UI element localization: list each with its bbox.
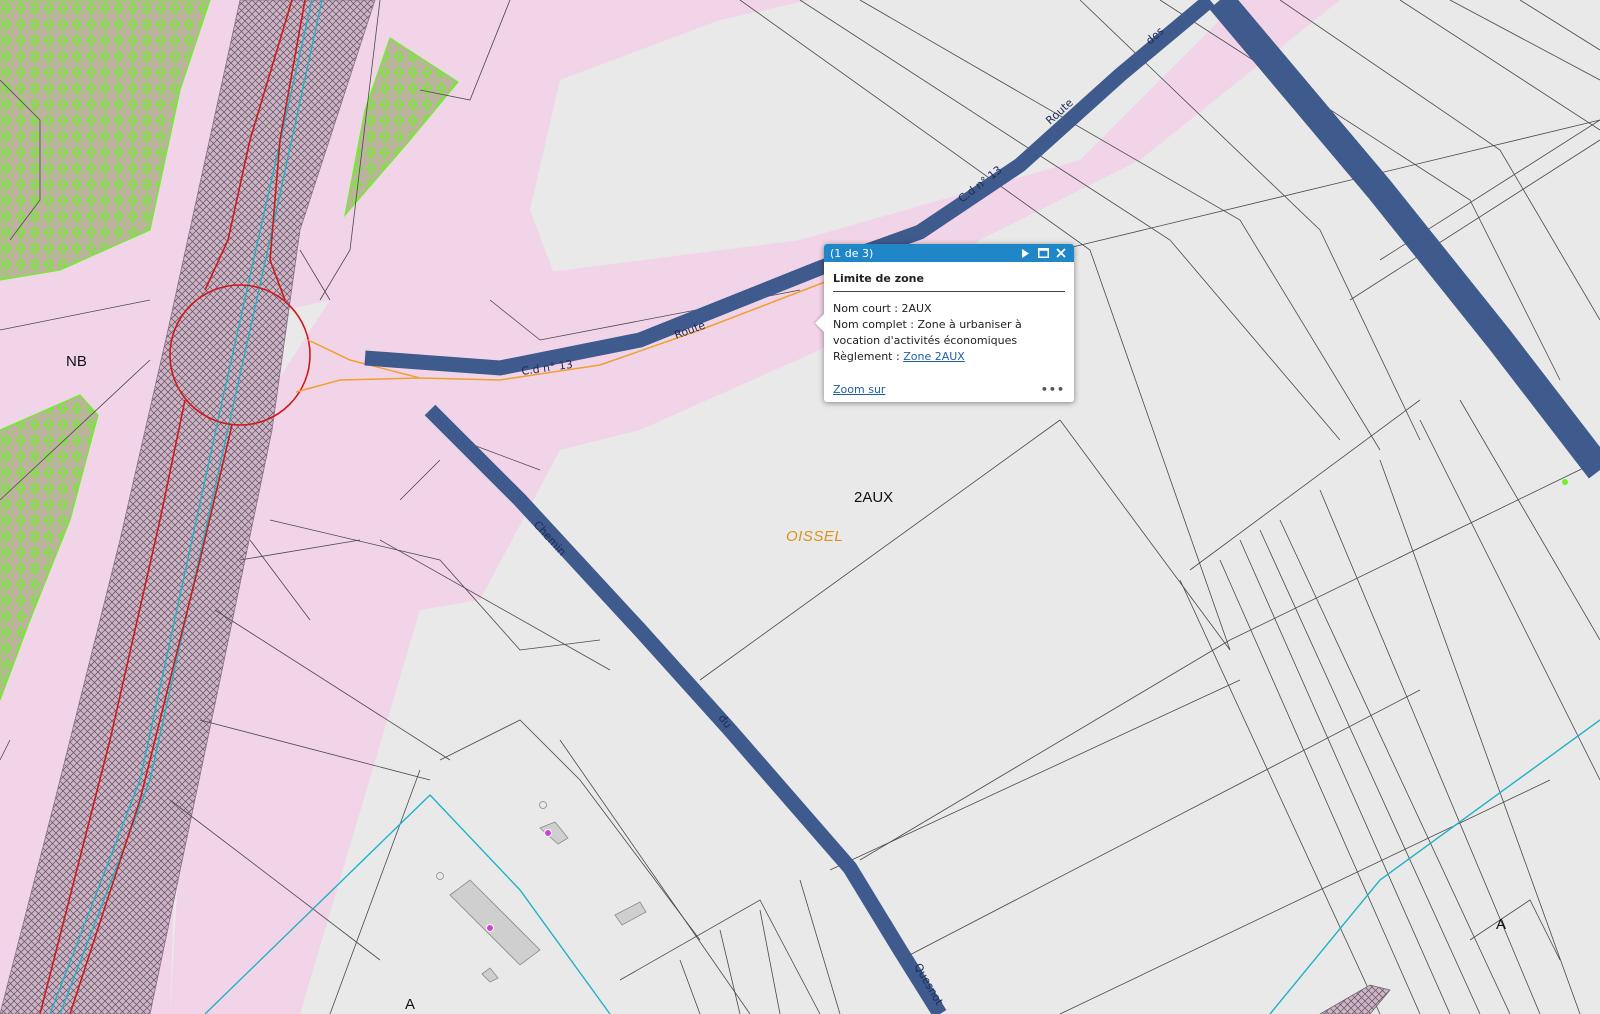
poi-marker [1562, 479, 1568, 485]
field-value: 2AUX [901, 302, 932, 315]
reglement-link[interactable]: Zone 2AUX [903, 350, 965, 363]
feature-popup: (1 de 3) Limite de zone Nom court : 2AUX… [815, 244, 1074, 402]
map-canvas[interactable]: C.d n° 13 Route C.d n° 13 Route des Chem… [0, 0, 1600, 1014]
poi-marker [544, 829, 552, 837]
field-reglement: Règlement : Zone 2AUX [833, 349, 1065, 365]
zoom-to-link[interactable]: Zoom sur [833, 383, 885, 396]
field-label: Nom complet : [833, 318, 918, 331]
next-icon[interactable] [1016, 245, 1034, 261]
poi-marker [486, 924, 494, 932]
more-options-icon[interactable]: ••• [1041, 383, 1065, 396]
popup-body: Limite de zone Nom court : 2AUX Nom comp… [824, 262, 1074, 371]
zone-label-nb: NB [66, 353, 87, 370]
field-label: Règlement : [833, 350, 904, 363]
zone-label-2aux: 2AUX [854, 489, 894, 506]
popup-pointer [815, 314, 824, 332]
popup-header: (1 de 3) [824, 244, 1074, 262]
close-icon[interactable] [1052, 245, 1070, 261]
field-label: Nom court : [833, 302, 902, 315]
maximize-icon[interactable] [1034, 245, 1052, 261]
zone-label-a: A [1496, 916, 1507, 933]
field-nom-court: Nom court : 2AUX [833, 301, 1065, 317]
commune-label: OISSEL [786, 528, 844, 545]
popup-feature-count: (1 de 3) [830, 246, 874, 260]
popup-footer: Zoom sur ••• [824, 371, 1074, 402]
zone-label-a: A [405, 996, 416, 1013]
field-nom-complet: Nom complet : Zone à urbaniser à vocatio… [833, 317, 1065, 349]
popup-title: Limite de zone [833, 272, 1065, 292]
